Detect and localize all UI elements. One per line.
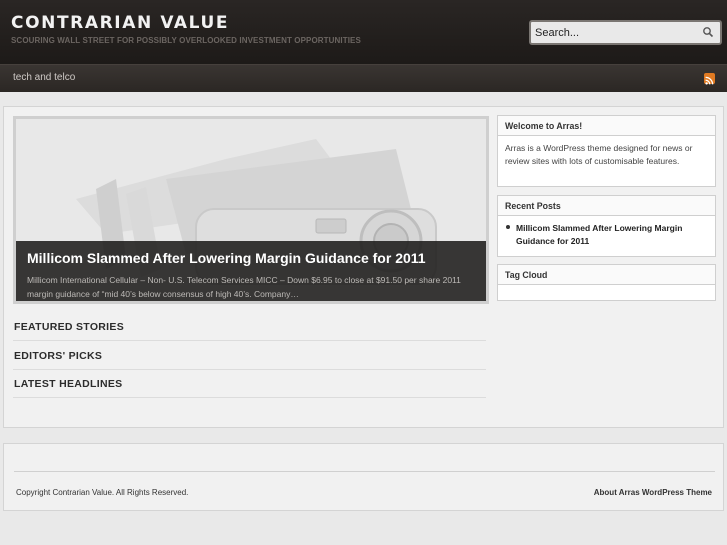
- section-editors-picks: EDITORS' PICKS: [13, 341, 486, 370]
- recent-posts-list: Millicom Slammed After Lowering Margin G…: [498, 216, 715, 256]
- widget-title: Recent Posts: [498, 196, 715, 216]
- search-input[interactable]: [535, 25, 695, 41]
- main-navigation: tech and telco: [0, 64, 727, 92]
- main-content: Millicom Slammed After Lowering Margin G…: [3, 106, 724, 428]
- widget-recent-posts: Recent Posts Millicom Slammed After Lowe…: [497, 195, 716, 257]
- site-description: SCOURING WALL STREET FOR POSSIBLY OVERLO…: [11, 36, 361, 45]
- section-featured-stories: FEATURED STORIES: [13, 312, 486, 341]
- featured-post-excerpt: Millicom International Cellular – Non- U…: [27, 275, 461, 299]
- site-footer: Copyright Contrarian Value. All Rights R…: [3, 443, 724, 511]
- site-title[interactable]: CONTRARIAN VALUE: [11, 13, 229, 33]
- section-heading: FEATURED STORIES: [14, 321, 125, 333]
- nav-item-tech-and-telco[interactable]: tech and telco: [13, 72, 75, 83]
- widget-title: Tag Cloud: [498, 265, 715, 285]
- bullet-icon: [506, 225, 510, 229]
- tag-cloud-body: [498, 285, 715, 300]
- copyright-text: Copyright Contrarian Value. All Rights R…: [16, 488, 189, 497]
- section-heading: LATEST HEADLINES: [14, 378, 123, 390]
- rss-icon[interactable]: [704, 73, 715, 85]
- widget-title: Welcome to Arras!: [498, 116, 715, 136]
- section-heading: EDITORS' PICKS: [14, 350, 103, 362]
- widget-welcome: Welcome to Arras! Arras is a WordPress t…: [497, 115, 716, 187]
- featured-post-title[interactable]: Millicom Slammed After Lowering Margin G…: [27, 249, 475, 267]
- site-header: CONTRARIAN VALUE SCOURING WALL STREET FO…: [0, 0, 727, 64]
- widget-tag-cloud: Tag Cloud: [497, 264, 716, 301]
- about-theme-link[interactable]: About Arras WordPress Theme: [594, 488, 712, 497]
- section-latest-headlines: LATEST HEADLINES: [13, 369, 486, 398]
- featured-caption[interactable]: Millicom Slammed After Lowering Margin G…: [16, 241, 486, 301]
- footer-divider: [14, 471, 715, 472]
- recent-post-link[interactable]: Millicom Slammed After Lowering Margin G…: [516, 223, 682, 246]
- search-icon[interactable]: [701, 25, 715, 39]
- featured-slideshow[interactable]: Millicom Slammed After Lowering Margin G…: [13, 116, 489, 304]
- search-box[interactable]: [529, 20, 722, 45]
- widget-body: Arras is a WordPress theme designed for …: [498, 136, 715, 186]
